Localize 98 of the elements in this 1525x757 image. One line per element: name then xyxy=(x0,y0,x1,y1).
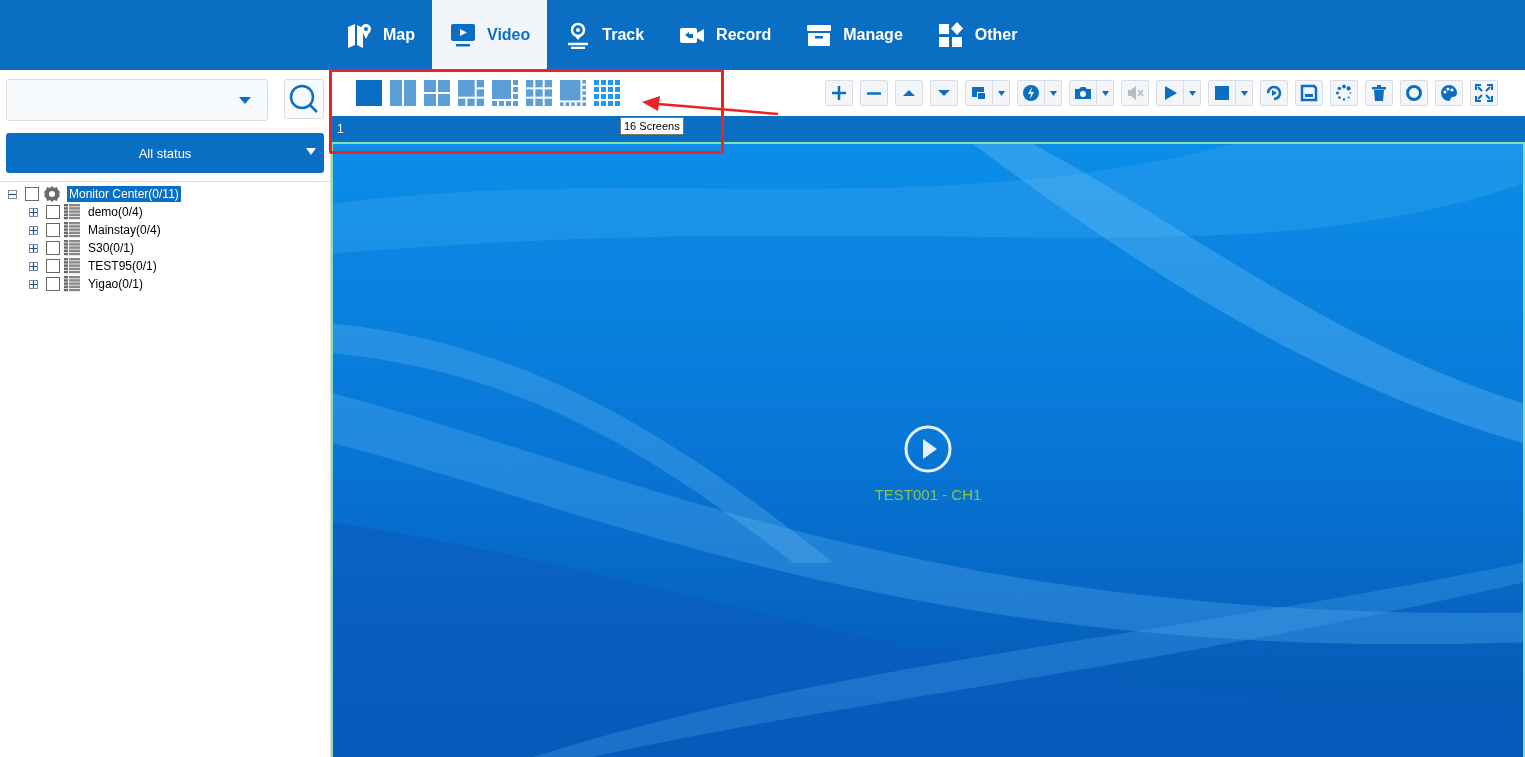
nav-tab[interactable]: Other xyxy=(919,0,1035,70)
fullscreen-icon xyxy=(1475,84,1493,102)
flash-button[interactable] xyxy=(1017,80,1062,106)
checkbox[interactable] xyxy=(46,259,60,273)
tree-item[interactable]: S30(0/1) xyxy=(86,240,137,256)
caret-icon xyxy=(997,90,1005,96)
grid-icon xyxy=(424,80,450,106)
checkbox[interactable] xyxy=(46,205,60,219)
list-icon xyxy=(64,222,80,238)
monitor-icon xyxy=(449,21,477,49)
loading-button[interactable] xyxy=(1330,80,1358,106)
loading-icon xyxy=(1335,84,1353,102)
gear-icon xyxy=(43,185,61,203)
layout-button[interactable] xyxy=(594,80,620,106)
plus-icon xyxy=(30,244,37,252)
grid-icon xyxy=(594,80,620,106)
plus-icon xyxy=(30,280,37,288)
grid-icon xyxy=(492,80,518,106)
layout-button[interactable] xyxy=(390,80,416,106)
status-dropdown[interactable]: All status xyxy=(6,133,324,173)
expand-toggle[interactable] xyxy=(29,261,38,271)
plus-icon xyxy=(30,208,37,216)
grid-icon xyxy=(390,80,416,106)
ring-icon xyxy=(1405,84,1423,102)
grid-icon xyxy=(526,80,552,106)
caret-icon xyxy=(1101,90,1109,96)
nav-tab[interactable]: Video xyxy=(432,0,548,70)
tree-item[interactable]: Yigao(0/1) xyxy=(86,276,145,292)
checkbox[interactable] xyxy=(46,241,60,255)
save-button[interactable] xyxy=(1295,80,1323,106)
caret-icon xyxy=(1049,90,1057,96)
replay-button[interactable] xyxy=(1260,80,1288,106)
mute-icon xyxy=(1126,84,1144,102)
grid-icon xyxy=(560,80,586,106)
tree-item[interactable]: Mainstay(0/4) xyxy=(86,222,163,238)
camera-icon xyxy=(1074,84,1092,102)
replay-icon xyxy=(1265,84,1283,102)
layout-button[interactable] xyxy=(458,80,484,106)
camera-button[interactable] xyxy=(1069,80,1114,106)
save-icon xyxy=(1300,84,1318,102)
play-icon xyxy=(903,424,953,474)
plus-icon xyxy=(30,262,37,270)
down-button[interactable] xyxy=(930,80,958,106)
plus-icon xyxy=(30,226,37,234)
window-button[interactable] xyxy=(965,80,1010,106)
trash-icon xyxy=(1370,84,1388,102)
up-button[interactable] xyxy=(895,80,923,106)
expand-toggle[interactable] xyxy=(29,225,38,235)
checkbox[interactable] xyxy=(46,223,60,237)
grid-icon xyxy=(356,80,382,106)
palette-button[interactable] xyxy=(1435,80,1463,106)
play-button[interactable] xyxy=(1156,80,1201,106)
minus-icon xyxy=(866,91,882,95)
minus-button[interactable] xyxy=(860,80,888,106)
list-icon xyxy=(64,204,80,220)
trash-button[interactable] xyxy=(1365,80,1393,106)
list-icon xyxy=(64,240,80,256)
expand-toggle[interactable] xyxy=(29,279,38,289)
screen-tab[interactable]: 1 xyxy=(337,122,344,136)
caret-icon xyxy=(239,96,251,104)
search-icon xyxy=(289,84,319,114)
layout-button[interactable] xyxy=(526,80,552,106)
tree-item[interactable]: TEST95(0/1) xyxy=(86,258,159,274)
expand-toggle[interactable] xyxy=(29,243,38,253)
tooltip: 16 Screens xyxy=(620,117,684,135)
channel-label: TEST001 - CH1 xyxy=(874,486,982,503)
grid-icon xyxy=(458,80,484,106)
list-icon xyxy=(64,276,80,292)
checkbox[interactable] xyxy=(25,187,39,201)
plus-button[interactable] xyxy=(825,80,853,106)
expand-toggle[interactable] xyxy=(29,207,38,217)
layout-button[interactable] xyxy=(560,80,586,106)
tree-item[interactable]: Monitor Center(0/11) xyxy=(67,186,181,202)
map-icon xyxy=(345,21,373,49)
ring-button[interactable] xyxy=(1400,80,1428,106)
window-icon xyxy=(970,84,988,102)
fullscreen-button[interactable] xyxy=(1470,80,1498,106)
layout-button[interactable] xyxy=(492,80,518,106)
stop-icon xyxy=(1213,84,1231,102)
plus-icon xyxy=(830,84,848,102)
caret-icon xyxy=(306,148,316,155)
checkbox[interactable] xyxy=(46,277,60,291)
caret-icon xyxy=(1240,90,1248,96)
search-button[interactable] xyxy=(284,79,324,119)
list-icon xyxy=(64,258,80,274)
layout-button[interactable] xyxy=(424,80,450,106)
caret-icon xyxy=(1188,90,1196,96)
play-button[interactable] xyxy=(903,424,953,474)
tiles-icon xyxy=(936,21,965,49)
nav-tab[interactable]: Track xyxy=(547,0,662,70)
palette-icon xyxy=(1440,84,1458,102)
nav-tab[interactable]: Manage xyxy=(788,0,920,70)
nav-tab[interactable]: Record xyxy=(661,0,789,70)
collapse-toggle[interactable] xyxy=(8,189,17,199)
flash-icon xyxy=(1022,84,1040,102)
nav-tab[interactable]: Map xyxy=(328,0,432,70)
tree-item[interactable]: demo(0/4) xyxy=(86,204,145,220)
stop-button[interactable] xyxy=(1208,80,1253,106)
